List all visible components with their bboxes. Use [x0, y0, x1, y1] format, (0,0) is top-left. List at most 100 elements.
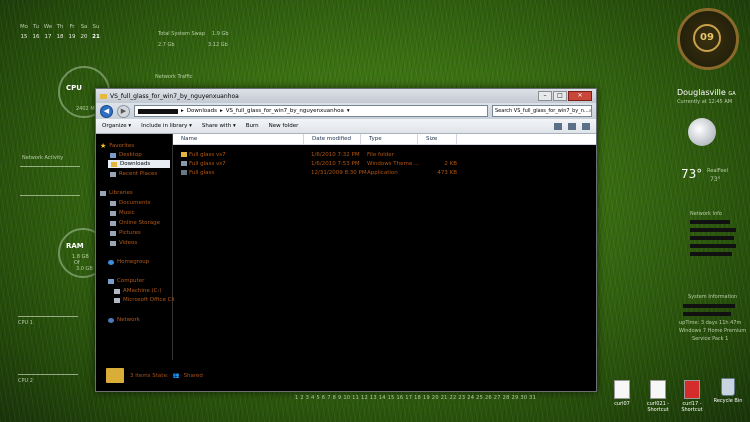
nav-label: Microsoft Office Cli [123, 297, 175, 303]
weather-city: Douglasville GA [677, 88, 736, 97]
nav-label: Online Storage [119, 220, 161, 226]
include-in-library-button[interactable]: Include in library ▾ [141, 123, 192, 129]
libraries-icon [100, 190, 106, 196]
command-bar: Organize ▾ Include in library ▾ Share wi… [96, 119, 596, 134]
column-date-modified[interactable]: Date modified [304, 134, 361, 144]
file-row[interactable]: Full glass vs7 1/6/2010 7:32 PM File fol… [173, 151, 457, 158]
nav-drive-office[interactable]: Microsoft Office Cli [114, 297, 174, 303]
file-date: 1/6/2010 7:53 PM [311, 160, 360, 167]
cpu-label: CPU [66, 84, 82, 92]
swap-value: 1.9 Gb [212, 31, 229, 37]
column-name[interactable]: Name [173, 134, 304, 144]
nav-documents[interactable]: Documents [110, 200, 150, 206]
main-pane: ★ Favorites Desktop Downloads Recent Plac… [96, 134, 596, 360]
preview-pane-icon[interactable] [568, 122, 576, 130]
forward-button[interactable]: ▶ [117, 104, 130, 118]
back-button[interactable]: ◀ [100, 104, 113, 118]
day-label: Th [56, 24, 64, 30]
nav-homegroup[interactable]: Homegroup [108, 259, 149, 265]
file-row[interactable]: Full glass vs7 1/6/2010 7:53 PM Windows … [173, 160, 457, 167]
nav-label: Downloads [120, 161, 151, 167]
moon-cloud-icon [688, 118, 716, 146]
file-size: 473 KB [437, 169, 457, 176]
system-info-label: System Information [688, 294, 738, 300]
search-placeholder: Search VS_full_glass_for_win7_by_n... [495, 108, 589, 114]
nav-favorites[interactable]: ★ Favorites [100, 142, 134, 150]
view-controls [554, 122, 590, 130]
address-bar[interactable]: ▸ Downloads ▸ VS_full_glass_for_win7_by_… [134, 105, 488, 117]
desktop-icon-label: Recycle Bin [713, 398, 743, 404]
nav-videos[interactable]: Videos [110, 240, 137, 246]
file-type: File folder [367, 151, 394, 158]
day-label: Sa [80, 24, 88, 30]
nav-downloads[interactable]: Downloads [108, 160, 170, 168]
star-icon: ★ [100, 142, 107, 150]
desktop-icon-curl07[interactable]: curl07 [607, 380, 637, 407]
music-icon [110, 210, 116, 216]
nav-desktop[interactable]: Desktop [110, 152, 142, 158]
desktop-icon-curl17[interactable]: curl17 - Shortcut [677, 380, 707, 413]
shortcut-icon [650, 380, 666, 399]
folder-icon [181, 151, 187, 157]
network-info-redacted [690, 220, 736, 256]
search-icon[interactable]: ⌕ [589, 108, 591, 114]
nav-drive-c[interactable]: AMachine (C:) [114, 288, 162, 294]
network-traffic-label: Network Traffic [155, 74, 193, 80]
nav-libraries[interactable]: Libraries [100, 190, 133, 196]
file-date: 1/6/2010 7:32 PM [311, 151, 360, 158]
date-label: 16 [32, 34, 40, 40]
application-icon [181, 169, 187, 175]
title-bar[interactable]: VS_full_glass_for_win7_by_nguyenxuanhoa … [96, 89, 596, 103]
service-pack-text: Service Pack 1 [692, 336, 729, 342]
search-input[interactable]: Search VS_full_glass_for_win7_by_n... ⌕ [492, 105, 592, 117]
nav-label: Pictures [119, 230, 141, 236]
column-size[interactable]: Size [418, 134, 457, 144]
folder-large-icon [106, 368, 124, 383]
network-icon [108, 317, 114, 323]
date-label: 17 [44, 34, 52, 40]
weather-high: 73° [710, 176, 721, 183]
network-graph-line [20, 195, 80, 196]
organize-button[interactable]: Organize ▾ [102, 123, 131, 129]
recycle-bin-icon [721, 378, 735, 396]
close-button[interactable]: ✕ [568, 91, 592, 101]
desktop-icon-curl021[interactable]: curl021 - Shortcut [643, 380, 673, 413]
nav-label: Computer [117, 278, 145, 284]
nav-label: Homegroup [117, 259, 150, 265]
explorer-window[interactable]: VS_full_glass_for_win7_by_nguyenxuanhoa … [95, 88, 597, 392]
burn-button[interactable]: Burn [246, 123, 259, 129]
nav-label: Recent Places [119, 171, 158, 177]
city-name: Douglasville [677, 88, 726, 97]
swap-value: 3.12 Gb [208, 42, 228, 48]
view-options-icon[interactable] [554, 122, 562, 130]
column-type[interactable]: Type [361, 134, 418, 144]
cpu1-graph [18, 316, 78, 317]
homegroup-icon [108, 259, 114, 265]
documents-icon [110, 200, 116, 206]
nav-computer[interactable]: Computer [108, 278, 144, 284]
file-name: Full glass vs7 [189, 151, 226, 158]
nav-music[interactable]: Music [110, 210, 135, 216]
breadcrumb-item[interactable]: VS_full_glass_for_win7_by_nguyenxuanhoa [226, 108, 344, 114]
date-label: 20 [80, 34, 88, 40]
file-row[interactable]: Full glass 12/31/2009 8:30 PM Applicatio… [173, 169, 457, 176]
file-date: 12/31/2009 8:30 PM [311, 169, 367, 176]
uptime-text: upTime: 3 days 11h 47m [679, 320, 742, 326]
nav-network[interactable]: Network [108, 317, 140, 323]
day-label: Mo [19, 24, 29, 30]
nav-pictures[interactable]: Pictures [110, 230, 141, 236]
nav-label: AMachine (C:) [123, 288, 162, 294]
breadcrumb-item[interactable]: Downloads [187, 108, 217, 114]
help-icon[interactable] [582, 122, 590, 130]
nav-online-storage[interactable]: Online Storage [110, 220, 160, 226]
chevron-down-icon[interactable]: ▾ [347, 108, 350, 114]
share-with-button[interactable]: Share with ▾ [202, 123, 236, 129]
desktop-icon-recycle-bin[interactable]: Recycle Bin [713, 378, 743, 404]
shortcut-icon [684, 380, 700, 399]
nav-label: Favorites [109, 143, 135, 149]
maximize-button[interactable]: □ [553, 91, 567, 101]
new-folder-button[interactable]: New folder [269, 123, 299, 129]
minimize-button[interactable]: – [538, 91, 552, 101]
address-row: ◀ ▶ ▸ Downloads ▸ VS_full_glass_for_win7… [96, 103, 596, 119]
nav-recent-places[interactable]: Recent Places [110, 171, 157, 177]
